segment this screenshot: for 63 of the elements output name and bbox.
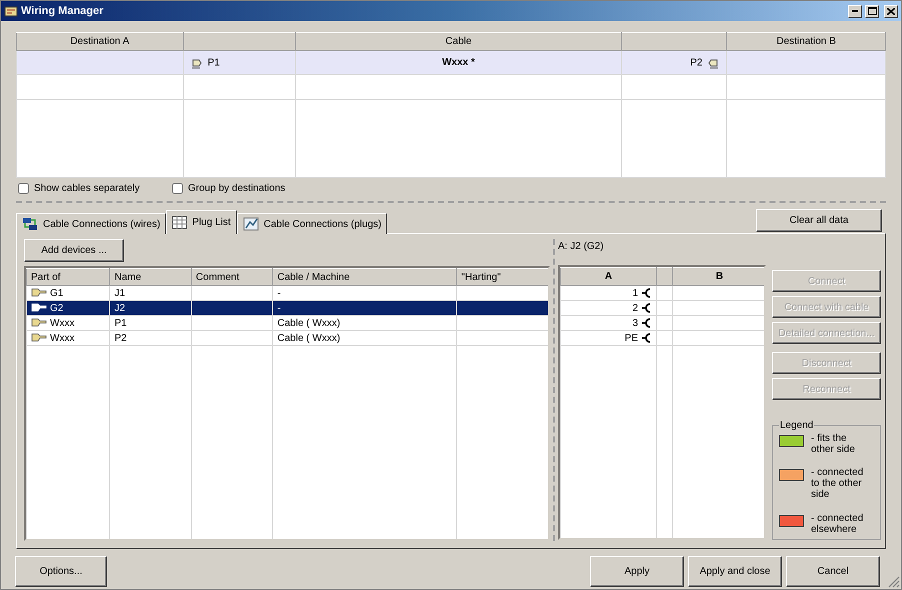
table-icon	[172, 216, 188, 229]
socket-icon	[642, 318, 652, 328]
clear-button[interactable]: Clear all data	[756, 209, 882, 232]
table-cell[interactable]: Cable ( Wxxx)	[272, 316, 457, 330]
plugs-icon	[242, 217, 259, 231]
column-header[interactable]: Destination B	[726, 32, 886, 50]
table-cell[interactable]: Wxxx	[26, 330, 110, 346]
dialog-button[interactable]: Apply	[590, 556, 684, 587]
pin-cell[interactable]: 1	[560, 286, 656, 300]
legend-label: - connected to the other side	[811, 467, 864, 500]
column-header[interactable]: Name	[110, 268, 192, 286]
table-cell[interactable]: P1	[183, 50, 296, 75]
minimize-button[interactable]	[848, 4, 862, 18]
close-button[interactable]	[884, 4, 898, 18]
plug-icon	[31, 318, 47, 328]
legend-title: Legend	[779, 420, 814, 431]
column-header[interactable]: Part of	[26, 268, 110, 286]
column-header[interactable]: B	[672, 268, 764, 286]
pin-panel-title: A: J2 (G2)	[558, 240, 605, 254]
plug-icon	[31, 333, 47, 342]
option-label: Show cables separately	[34, 183, 140, 194]
legend-label: - connected elsewhere	[811, 513, 864, 535]
dialog-button[interactable]: Apply and close	[688, 556, 782, 587]
add-devices-button[interactable]: Add devices ...	[24, 239, 124, 262]
tab[interactable]: Cable Connections (plugs)	[236, 213, 388, 234]
app-icon	[4, 4, 18, 18]
column-header[interactable]: Comment	[191, 268, 273, 286]
table-cell[interactable]: J2	[110, 300, 192, 316]
socket-icon	[642, 288, 652, 298]
minimize-icon	[852, 10, 858, 12]
column-header[interactable]: Destination A	[16, 32, 184, 50]
cables-icon	[22, 217, 38, 231]
tab[interactable]: Plug List	[166, 210, 237, 234]
tab[interactable]: Cable Connections (wires)	[16, 213, 166, 234]
column-header[interactable]: "Harting"	[456, 268, 548, 286]
pin-cell[interactable]: 3	[560, 316, 656, 330]
option-checkbox[interactable]	[18, 183, 29, 194]
pin-cell[interactable]: PE	[560, 330, 656, 346]
column-header[interactable]: Cable	[295, 32, 622, 50]
table-cell[interactable]: P2	[622, 50, 727, 75]
table-cell[interactable]: Wxxx *	[295, 50, 622, 75]
plug-icon	[31, 288, 47, 298]
table-cell[interactable]: P2	[110, 330, 192, 346]
table-cell[interactable]: Cable ( Wxxx)	[272, 330, 457, 346]
table-cell[interactable]: G2	[26, 300, 110, 316]
column-header[interactable]: Cable / Machine	[272, 268, 457, 286]
pin-cell[interactable]: 2	[560, 300, 656, 316]
option-checkbox[interactable]	[172, 183, 183, 194]
maximize-button[interactable]	[865, 4, 879, 18]
table-cell[interactable]: -	[272, 300, 457, 316]
table-cell[interactable]: Wxxx	[26, 316, 110, 330]
window-title: Wiring Manager	[21, 5, 104, 17]
close-icon	[887, 8, 895, 14]
column-header[interactable]: A	[560, 268, 656, 286]
socket-icon	[642, 302, 652, 313]
socket-icon	[642, 332, 652, 343]
option-label: Group by destinations	[188, 183, 286, 194]
legend-label: - fits the other side	[811, 433, 856, 455]
plug-icon	[31, 303, 47, 312]
options-button[interactable]: Options...	[15, 556, 107, 587]
table-cell[interactable]: P1	[110, 316, 192, 330]
maximize-icon	[868, 7, 876, 15]
dialog-button[interactable]: Cancel	[786, 556, 880, 587]
